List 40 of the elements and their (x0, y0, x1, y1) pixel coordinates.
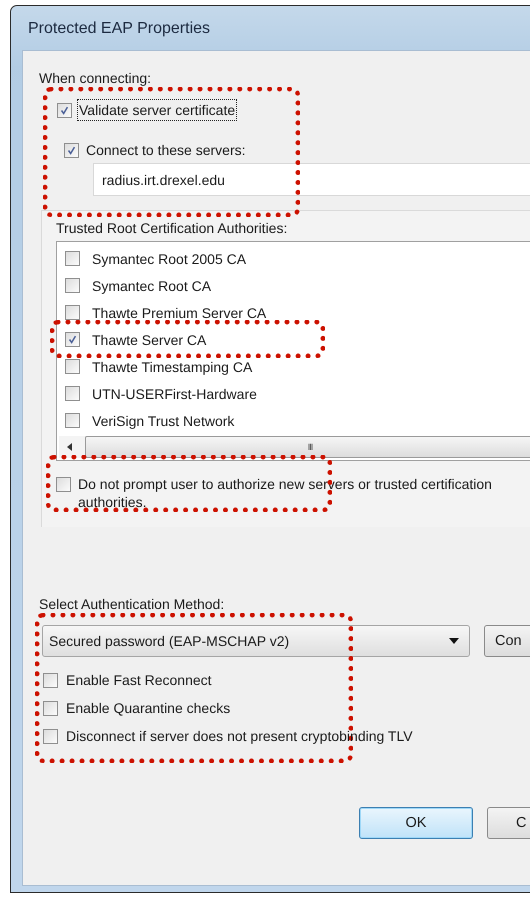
checkbox[interactable] (57, 102, 72, 118)
section-label: When connecting: (39, 69, 152, 87)
cancel-button[interactable]: C (487, 807, 530, 839)
list-item[interactable]: Symantec Root CA (92, 276, 212, 294)
checkbox[interactable] (65, 386, 80, 401)
checkbox-label[interactable]: Enable Quarantine checks (66, 699, 230, 717)
checkbox[interactable] (43, 672, 58, 688)
checkbox[interactable] (65, 251, 80, 266)
checkbox[interactable] (43, 700, 58, 716)
checkbox-label[interactable]: Connect to these servers: (86, 141, 246, 159)
checkbox[interactable] (43, 728, 58, 744)
configure-button[interactable]: Con (484, 625, 530, 657)
list-item[interactable]: Thawte Premium Server CA (92, 304, 266, 322)
checkbox-label[interactable]: Enable Fast Reconnect (66, 671, 212, 689)
checkbox-label[interactable]: Validate server certificate (79, 101, 236, 119)
checkmark-icon (67, 334, 78, 345)
scroll-left-icon[interactable] (67, 443, 73, 451)
ok-button[interactable]: OK (359, 807, 473, 839)
checkbox-label[interactable]: Do not prompt user to authorize new servers or trusted certification authorities. (78, 475, 508, 511)
list-item[interactable]: Symantec Root 2005 CA (92, 250, 246, 268)
checkmark-icon (59, 104, 70, 116)
list-item[interactable]: Thawte Server CA (92, 330, 206, 348)
window-title: Protected EAP Properties (28, 20, 210, 38)
checkbox[interactable] (65, 332, 80, 347)
checkbox-label[interactable]: Disconnect if server does not present cryptobinding TLV (66, 727, 413, 745)
section-label: Select Authentication Method: (39, 595, 224, 613)
checkbox[interactable] (56, 477, 71, 492)
list-item[interactable]: UTN-USERFirst-Hardware (92, 384, 257, 402)
checkbox[interactable] (65, 305, 80, 320)
list-item[interactable]: VeriSign Trust Network (92, 412, 234, 430)
method-dropdown[interactable]: Secured password (EAP-MSCHAP v2) (42, 625, 470, 657)
checkbox[interactable] (65, 413, 80, 428)
checkbox[interactable] (64, 142, 79, 158)
list-item[interactable]: Thawte Timestamping CA (92, 358, 252, 376)
servers-field[interactable]: radius.irt.drexel.edu (93, 163, 530, 196)
checkbox[interactable] (65, 359, 80, 374)
section-label: Trusted Root Certification Authorities: (56, 219, 288, 237)
checkbox[interactable] (65, 278, 80, 293)
dropdown-caret-icon (449, 638, 459, 644)
checkmark-icon (66, 144, 77, 156)
